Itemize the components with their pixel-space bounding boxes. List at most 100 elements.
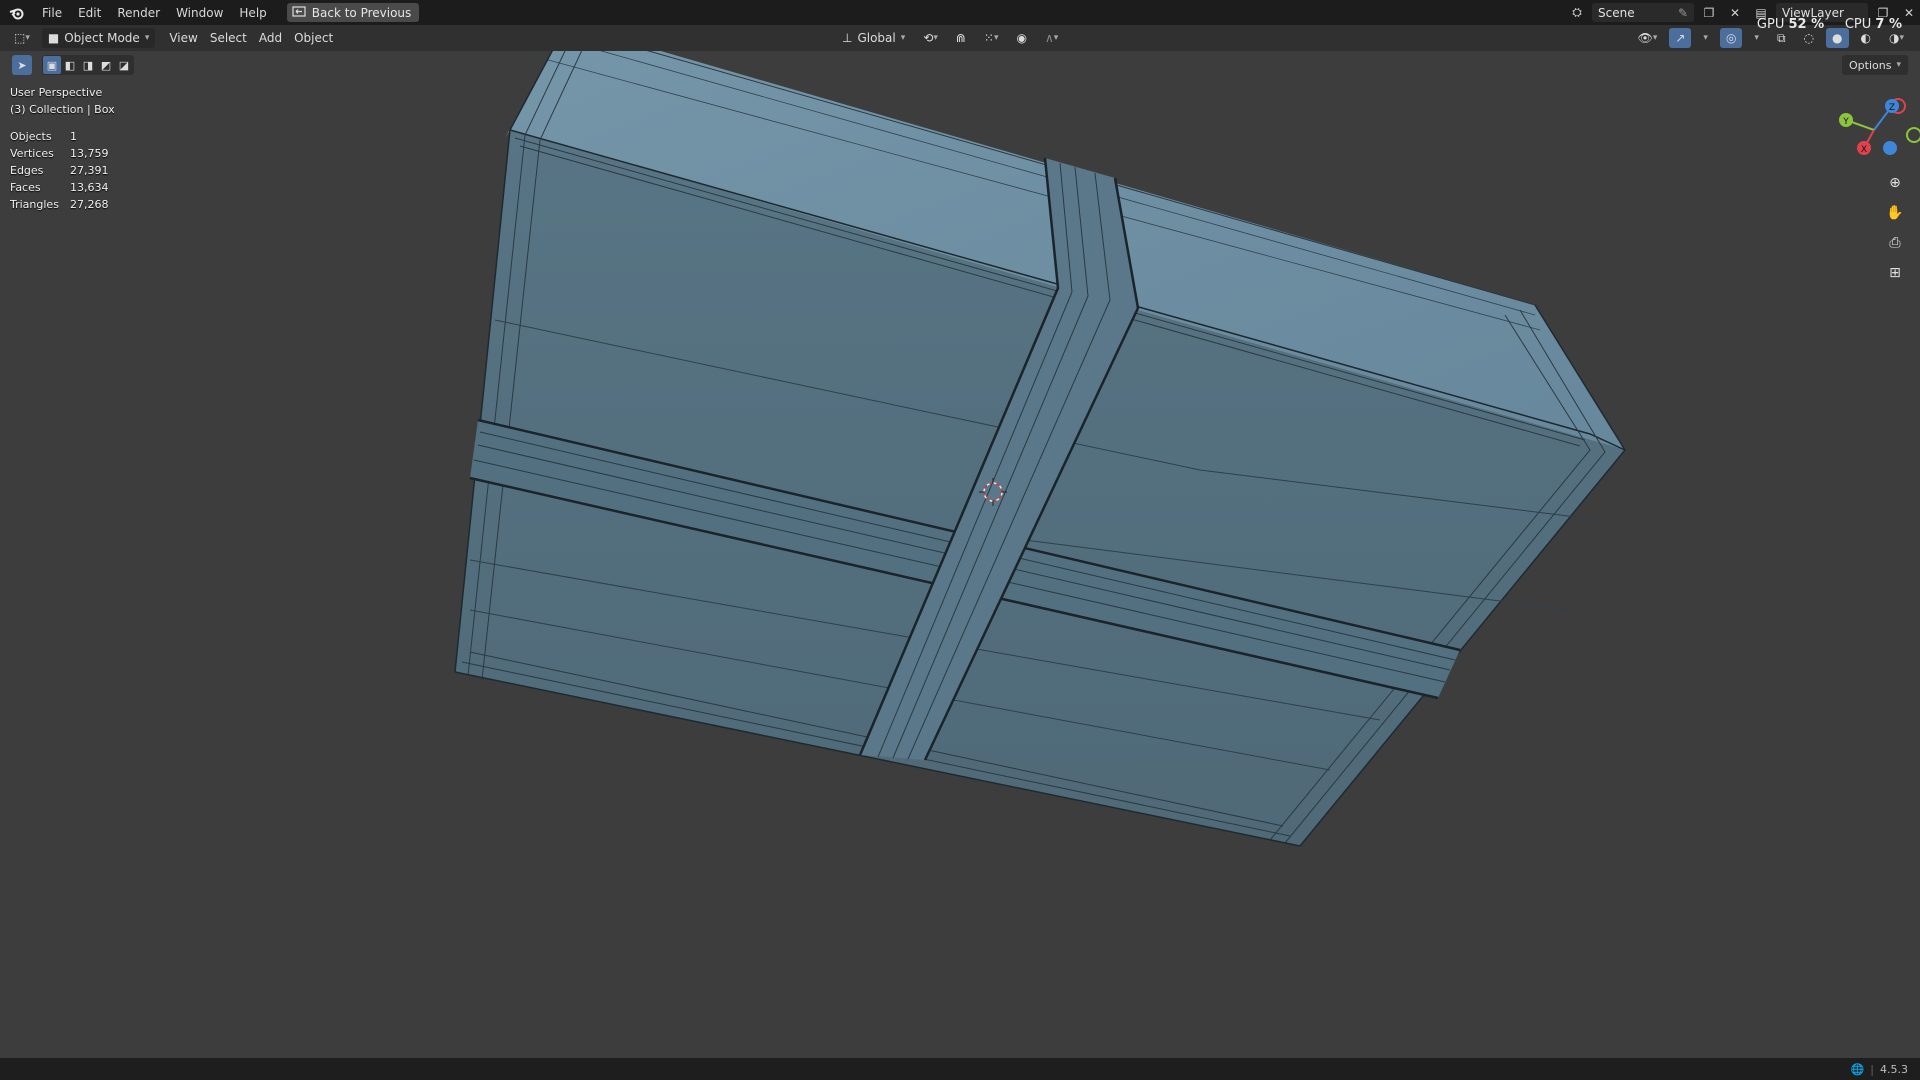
select-intersect-icon: ◪ bbox=[118, 58, 130, 72]
chevron-down-icon: ▾ bbox=[144, 33, 150, 43]
chevron-down-icon: ▾ bbox=[900, 33, 906, 43]
chevron-down-icon: ▾ bbox=[1754, 33, 1759, 43]
snap-target-button[interactable]: ⁙ ▾ bbox=[978, 28, 1005, 48]
menu-object[interactable]: Object bbox=[288, 28, 339, 48]
network-globe-icon[interactable]: 🌐 bbox=[1851, 1063, 1865, 1076]
3d-viewport[interactable] bbox=[0, 51, 1920, 1058]
scene-name: Scene bbox=[1598, 5, 1635, 20]
camera-icon: ⎙ bbox=[1889, 235, 1901, 251]
pivot-point-button[interactable]: ⟲ ▾ bbox=[917, 28, 944, 48]
mode-label: Object Mode bbox=[64, 31, 140, 45]
view-perspective-label: User Perspective bbox=[10, 86, 103, 99]
stat-row: Triangles 27,268 bbox=[10, 198, 115, 215]
gpu-value: 52 % bbox=[1788, 17, 1825, 32]
chevron-down-icon: ▾ bbox=[1703, 33, 1708, 43]
menu-file[interactable]: File bbox=[34, 6, 70, 20]
stat-value: 13,759 bbox=[70, 147, 109, 160]
cpu-label: CPU bbox=[1844, 17, 1872, 32]
proportional-edit-icon: ◉ bbox=[1016, 31, 1027, 45]
object-mode-icon: ■ bbox=[47, 31, 60, 45]
tool-row: ➤ ▣ ◧ ◨ ◩ ◪ bbox=[12, 55, 134, 75]
options-dropdown[interactable]: Options ▾ bbox=[1842, 55, 1908, 75]
mesh-view bbox=[454, 51, 1626, 847]
grid-perspective-icon: ⊞ bbox=[1889, 265, 1901, 281]
z-axis-label: Z bbox=[1889, 103, 1895, 113]
editor-type-icon: ⬚ bbox=[14, 31, 26, 45]
menu-select[interactable]: Select bbox=[204, 28, 253, 48]
select-tool-button[interactable]: ➤ bbox=[12, 55, 32, 75]
status-divider: | bbox=[1870, 1062, 1874, 1076]
menu-help[interactable]: Help bbox=[231, 6, 274, 20]
select-intersect-mode[interactable]: ◪ bbox=[115, 56, 133, 74]
orientation-icon: ⊥ bbox=[842, 31, 853, 45]
select-invert-mode[interactable]: ◩ bbox=[97, 56, 115, 74]
pin-icon[interactable]: ✎ bbox=[1678, 6, 1688, 20]
scene-icon[interactable]: ⛭ bbox=[1566, 3, 1588, 22]
stat-value: 13,634 bbox=[70, 181, 109, 194]
stat-label: Objects bbox=[10, 130, 52, 143]
orientation-label: Global bbox=[857, 31, 896, 45]
viewport-info-overlay: User Perspective (3) Collection | Box Ob… bbox=[10, 86, 115, 215]
select-new-icon: ▣ bbox=[46, 58, 58, 72]
menu-add[interactable]: Add bbox=[253, 28, 288, 48]
material-shading-icon: ◐ bbox=[1860, 31, 1871, 45]
snap-toggle[interactable]: ⋒ bbox=[950, 28, 972, 48]
transform-controls: ⊥ Global ▾ ⟲ ▾ ⋒ ⁙ ▾ ◉ ∧ ▾ bbox=[836, 25, 1064, 51]
select-invert-icon: ◩ bbox=[100, 58, 112, 72]
selection-mode-group: ▣ ◧ ◨ ◩ ◪ bbox=[42, 55, 134, 75]
stat-value: 27,268 bbox=[70, 198, 109, 211]
back-to-previous-button[interactable]: Back to Previous bbox=[286, 3, 420, 22]
overlays-icon: ◎ bbox=[1725, 31, 1737, 45]
gizmo-menu[interactable]: ▾ bbox=[1697, 28, 1714, 48]
select-subtract-mode[interactable]: ◨ bbox=[79, 56, 97, 74]
gizmo-icon: ↗ bbox=[1675, 31, 1686, 45]
blender-logo-icon[interactable] bbox=[0, 6, 34, 20]
zoom-button[interactable]: ⊕ bbox=[1882, 170, 1908, 196]
menu-render[interactable]: Render bbox=[109, 6, 168, 20]
back-to-previous-label: Back to Previous bbox=[311, 5, 412, 20]
stat-label: Triangles bbox=[10, 198, 59, 211]
xray-icon: ⧉ bbox=[1776, 30, 1786, 45]
scene-selector[interactable]: Scene ✎ bbox=[1592, 3, 1694, 22]
gizmo-toggle[interactable]: ↗ bbox=[1669, 28, 1692, 48]
cpu-value: 7 % bbox=[1875, 17, 1902, 32]
perspective-toggle-button[interactable]: ⊞ bbox=[1882, 260, 1908, 286]
solid-shading-icon: ● bbox=[1832, 31, 1843, 45]
remove-scene-icon[interactable]: ✕ bbox=[1724, 3, 1746, 22]
stat-row: Edges 27,391 bbox=[10, 164, 115, 181]
menu-edit[interactable]: Edit bbox=[70, 6, 109, 20]
falloff-button[interactable]: ∧ ▾ bbox=[1039, 28, 1064, 48]
eye-icon: 👁 bbox=[1637, 31, 1653, 45]
stat-row: Objects 1 bbox=[10, 130, 115, 147]
camera-view-button[interactable]: ⎙ bbox=[1882, 230, 1908, 256]
select-new-mode[interactable]: ▣ bbox=[43, 56, 61, 74]
select-extend-icon: ◧ bbox=[64, 58, 76, 72]
orientation-selector[interactable]: ⊥ Global ▾ bbox=[836, 28, 911, 48]
status-bar: 🌐 | 4.5.3 bbox=[0, 1058, 1920, 1080]
stat-value: 27,391 bbox=[70, 164, 109, 177]
navigation-panel: Z Y X ⊕ ✋ ⎙ ⊞ bbox=[1830, 92, 1920, 312]
cursor-arrow-icon: ➤ bbox=[17, 58, 27, 72]
chevron-down-icon: ▾ bbox=[1899, 33, 1904, 43]
gpu-label: GPU bbox=[1756, 17, 1785, 32]
orientation-gizmo[interactable]: Z Y X bbox=[1830, 92, 1920, 172]
top-menu-bar: File Edit Render Window Help Back to Pre… bbox=[0, 0, 1920, 25]
chevron-down-icon: ▾ bbox=[25, 33, 30, 43]
proportional-edit-toggle[interactable]: ◉ bbox=[1011, 28, 1033, 48]
select-extend-mode[interactable]: ◧ bbox=[61, 56, 79, 74]
menu-view[interactable]: View bbox=[163, 28, 203, 48]
pivot-icon: ⟲ bbox=[923, 31, 934, 45]
new-scene-icon[interactable]: ❐ bbox=[1698, 3, 1720, 22]
visibility-button[interactable]: 👁 ▾ bbox=[1632, 28, 1664, 48]
stat-label: Edges bbox=[10, 164, 44, 177]
pan-button[interactable]: ✋ bbox=[1882, 200, 1908, 226]
menu-window[interactable]: Window bbox=[168, 6, 231, 20]
editor-type-button[interactable]: ⬚ ▾ bbox=[8, 28, 36, 48]
zoom-magnifier-icon: ⊕ bbox=[1889, 175, 1901, 191]
stat-row: Vertices 13,759 bbox=[10, 147, 115, 164]
collection-label: (3) Collection | Box bbox=[10, 103, 115, 116]
overlays-toggle[interactable]: ◎ bbox=[1719, 28, 1743, 48]
mode-selector[interactable]: ■ Object Mode ▾ bbox=[41, 28, 156, 48]
back-screen-icon bbox=[292, 5, 306, 20]
hand-icon: ✋ bbox=[1886, 205, 1904, 221]
